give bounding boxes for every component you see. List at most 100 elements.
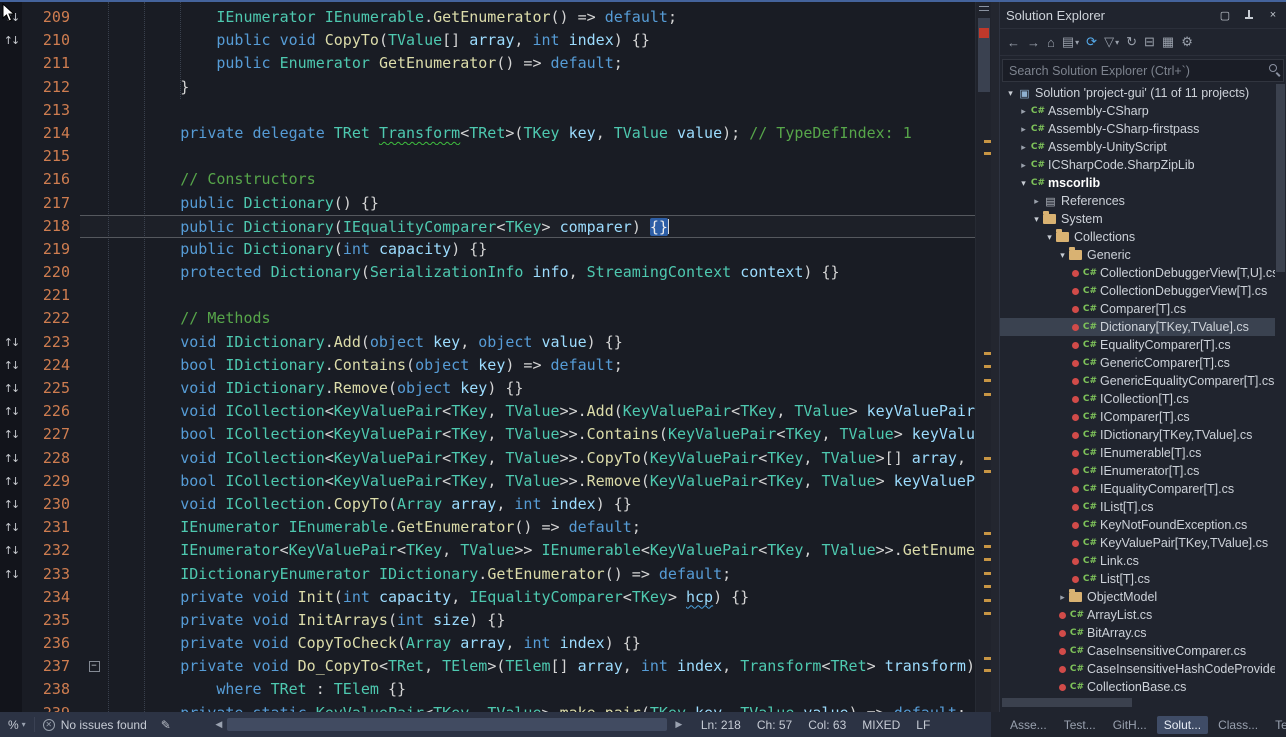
code-text[interactable]: IEnumerator IEnumerable.GetEnumerator() … [108,516,975,539]
implements-interface-icon[interactable]: ↑↓ [0,470,22,493]
tree-item[interactable]: C#CollectionDebuggerView[T].cs [1000,282,1275,300]
line-content[interactable]: bool ICollection<KeyValuePair<TKey, TVal… [80,423,975,446]
show-all-files-icon[interactable]: ▦ [1162,34,1174,50]
line-number[interactable]: 238 [22,678,80,701]
code-line[interactable]: 221 [0,284,975,307]
tree-item[interactable]: C#ICollection[T].cs [1000,390,1275,408]
tree-vertical-scrollbar[interactable] [1276,84,1285,694]
tree-item[interactable]: C#GenericEqualityComparer[T].cs [1000,372,1275,390]
code-text[interactable]: protected Dictionary(SerializationInfo i… [108,261,975,284]
line-number[interactable]: 226 [22,400,80,423]
fold-collapse-icon[interactable]: − [89,661,100,672]
line-content[interactable]: bool IDictionary.Contains(object key) =>… [80,354,975,377]
line-content[interactable] [80,145,975,168]
implements-interface-icon[interactable]: ↑↓ [0,331,22,354]
code-text[interactable]: private void CopyToCheck(Array array, in… [108,632,975,655]
tree-item[interactable]: C#CollectionDebuggerView[T,U].cs [1000,264,1275,282]
code-editor[interactable]: ↑↓ 209 IEnumerator IEnumerable.GetEnumera… [0,2,975,712]
line-number[interactable]: 215 [22,145,80,168]
code-text[interactable]: public Enumerator GetEnumerator() => def… [108,52,975,75]
tool-window-tab[interactable]: Test... [1057,716,1103,734]
tree-horizontal-scrollbar[interactable] [1001,698,1272,707]
line-number[interactable]: 229 [22,470,80,493]
code-line[interactable]: 234 private void Init(int capacity, IEqu… [0,586,975,609]
tree-item[interactable]: C#CaseInsensitiveHashCodeProvider.cs [1000,660,1275,678]
tree-item[interactable]: C#List[T].cs [1000,570,1275,588]
code-line[interactable]: ↑↓230 void ICollection.CopyTo(Array arra… [0,493,975,516]
tree-item[interactable]: ▾Collections [1000,228,1275,246]
tree-item[interactable]: ▸ObjectModel [1000,588,1275,606]
line-number[interactable]: 209 [22,6,80,29]
line-number[interactable]: 217 [22,192,80,215]
code-text[interactable]: public Dictionary(IEqualityComparer<TKey… [108,216,975,237]
tree-item[interactable]: C#EqualityComparer[T].cs [1000,336,1275,354]
chevron-expanded-icon[interactable]: ▾ [1056,250,1069,261]
line-content[interactable]: void IDictionary.Add(object key, object … [80,331,975,354]
line-content[interactable]: public Dictionary() {} [80,192,975,215]
code-text[interactable] [108,99,975,122]
code-text[interactable]: private void Init(int capacity, IEqualit… [108,586,975,609]
tree-item[interactable]: ▸C#ICSharpCode.SharpZipLib [1000,156,1275,174]
code-line[interactable]: ↑↓225 void IDictionary.Remove(object key… [0,377,975,400]
tree-item[interactable]: ▸C#Assembly-CSharp [1000,102,1275,120]
search-input[interactable] [1002,59,1284,82]
scrollbar-thumb[interactable] [1002,698,1132,707]
collapse-all-icon[interactable]: ⊟ [1144,34,1155,50]
code-text[interactable]: // Methods [108,307,975,330]
code-text[interactable]: bool IDictionary.Contains(object key) =>… [108,354,975,377]
line-number[interactable]: 213 [22,99,80,122]
code-text[interactable]: void ICollection.CopyTo(Array array, int… [108,493,975,516]
code-line[interactable]: ↑↓232 IEnumerator<KeyValuePair<TKey, TVa… [0,539,975,562]
line-content[interactable] [80,99,975,122]
line-content[interactable]: // Constructors [80,168,975,191]
line-content[interactable]: public Dictionary(IEqualityComparer<TKey… [80,215,975,238]
line-content[interactable]: private void Init(int capacity, IEqualit… [80,586,975,609]
line-number[interactable]: 214 [22,122,80,145]
fold-margin[interactable]: − [80,655,108,678]
line-number[interactable]: 225 [22,377,80,400]
chevron-collapsed-icon[interactable]: ▸ [1017,160,1030,171]
tree-item[interactable]: ▸C#Assembly-UnityScript [1000,138,1275,156]
line-content[interactable]: IDictionaryEnumerator IDictionary.GetEnu… [80,563,975,586]
line-number[interactable]: 224 [22,354,80,377]
line-number[interactable]: 235 [22,609,80,632]
line-number[interactable]: 216 [22,168,80,191]
code-line[interactable]: 217 public Dictionary() {} [0,192,975,215]
line-content[interactable]: // Methods [80,307,975,330]
tree-item[interactable]: C#GenericComparer[T].cs [1000,354,1275,372]
code-text[interactable]: public Dictionary(int capacity) {} [108,238,975,261]
line-content[interactable]: private static KeyValuePair<TKey, TValue… [80,702,975,712]
tool-window-tab[interactable]: Tea... [1268,716,1286,734]
tree-item[interactable]: C#IEnumerator[T].cs [1000,462,1275,480]
tool-window-tab[interactable]: Class... [1211,716,1265,734]
line-number[interactable]: 220 [22,261,80,284]
code-text[interactable]: private delegate TRet Transform<TRet>(TK… [108,122,975,145]
code-text[interactable]: void IDictionary.Add(object key, object … [108,331,975,354]
line-content[interactable]: IEnumerator IEnumerable.GetEnumerator() … [80,516,975,539]
pending-changes-filter-icon[interactable]: ▽▾ [1104,34,1119,50]
line-content[interactable]: void ICollection<KeyValuePair<TKey, TVal… [80,447,975,470]
line-content[interactable]: void ICollection<KeyValuePair<TKey, TVal… [80,400,975,423]
line-content[interactable]: protected Dictionary(SerializationInfo i… [80,261,975,284]
code-line[interactable]: 219 public Dictionary(int capacity) {} [0,238,975,261]
line-number[interactable]: 233 [22,563,80,586]
pin-icon[interactable] [1242,8,1256,22]
implements-interface-icon[interactable]: ↑↓ [0,377,22,400]
line-number[interactable]: 221 [22,284,80,307]
tree-item[interactable]: C#Link.cs [1000,552,1275,570]
tree-item[interactable]: C#Dictionary[TKey,TValue].cs [1000,318,1275,336]
tree-item[interactable]: C#KeyValuePair[TKey,TValue].cs [1000,534,1275,552]
scroll-right-icon[interactable]: ▶ [673,719,685,730]
window-position-icon[interactable]: ▢ [1218,8,1232,22]
properties-icon[interactable]: ⚙ [1181,34,1193,50]
code-line[interactable]: ↑↓233 IDictionaryEnumerator IDictionary.… [0,563,975,586]
line-number[interactable]: 218 [22,215,80,238]
line-number[interactable]: 223 [22,331,80,354]
close-icon[interactable]: × [1266,8,1280,22]
implements-interface-icon[interactable]: ↑↓ [0,354,22,377]
tree-item[interactable]: C#IEqualityComparer[T].cs [1000,480,1275,498]
code-text[interactable]: public void CopyTo(TValue[] array, int i… [108,29,975,52]
line-content[interactable]: private void InitArrays(int size) {} [80,609,975,632]
code-text[interactable]: where TRet : TElem {} [108,678,975,701]
line-content[interactable]: public Enumerator GetEnumerator() => def… [80,52,975,75]
